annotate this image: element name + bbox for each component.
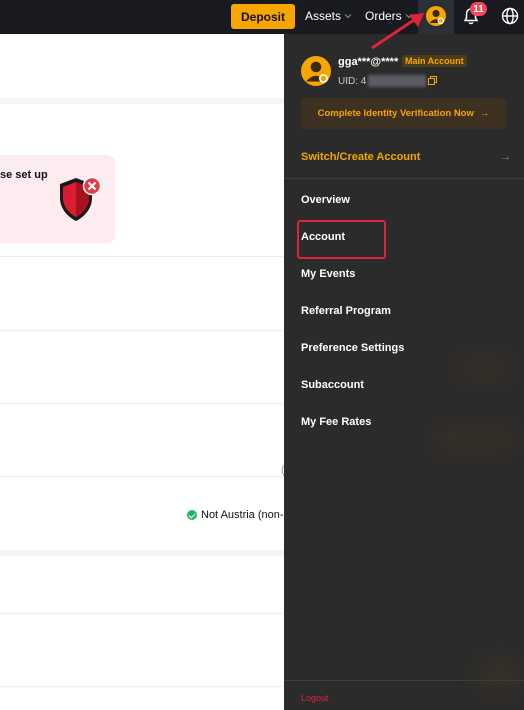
menu-divider [284, 680, 524, 681]
menu-divider [284, 178, 524, 179]
arrow-right-icon: → [479, 108, 490, 119]
account-dropdown-menu: gga***@**** Main Account UID: 4 Complete… [284, 34, 524, 710]
row-divider [0, 613, 284, 614]
assets-menu[interactable]: Assets [305, 9, 352, 23]
check-circle-icon [187, 510, 197, 520]
row-divider [0, 256, 284, 257]
copy-icon[interactable] [428, 76, 437, 85]
security-alert-text: se set up [0, 169, 48, 181]
menu-item-overview[interactable]: Overview [301, 194, 350, 206]
identity-verification-button[interactable]: Complete Identity Verification Now → [301, 98, 506, 129]
residency-status-text: Not Austria (non- [201, 509, 284, 521]
account-username: gga***@**** [338, 56, 399, 68]
menu-item-referral-program[interactable]: Referral Program [301, 305, 391, 317]
section-divider [0, 98, 284, 104]
main-account-badge: Main Account [402, 55, 467, 67]
uid-redacted [368, 75, 426, 87]
account-overview-page: se set up ( Not Austria (non- [0, 34, 285, 710]
background-glow [454, 354, 514, 384]
arrow-right-icon: → [500, 151, 511, 163]
chevron-down-icon [344, 14, 352, 19]
switch-create-account-link[interactable]: Switch/Create Account → [301, 149, 511, 165]
background-glow [474, 654, 524, 694]
menu-item-my-fee-rates[interactable]: My Fee Rates [301, 416, 371, 428]
switch-create-account-label: Switch/Create Account [301, 151, 421, 163]
row-divider [0, 476, 284, 477]
row-divider [0, 330, 284, 331]
logout-link[interactable]: Logout [301, 693, 329, 703]
menu-item-my-events[interactable]: My Events [301, 268, 355, 280]
menu-item-subaccount[interactable]: Subaccount [301, 379, 364, 391]
notification-count-badge: 11 [470, 2, 487, 16]
section-divider [0, 550, 284, 556]
row-divider [0, 686, 284, 687]
highlight-box [297, 220, 386, 259]
menu-item-preference-settings[interactable]: Preference Settings [301, 342, 404, 354]
user-avatar-icon[interactable] [426, 6, 446, 26]
row-divider [0, 403, 284, 404]
assets-menu-label: Assets [305, 9, 342, 23]
annotation-arrow-icon [371, 13, 424, 50]
residency-status: Not Austria (non- [187, 509, 284, 521]
menu-item-account[interactable]: Account [297, 220, 386, 259]
identity-verification-label: Complete Identity Verification Now [317, 108, 474, 119]
deposit-button[interactable]: Deposit [231, 4, 295, 29]
top-navigation-bar: Deposit Assets Orders 11 [0, 0, 524, 34]
background-glow [429, 424, 519, 454]
language-globe-icon[interactable] [501, 7, 519, 25]
user-avatar-icon [301, 56, 331, 86]
uid-label: UID: 4 [338, 76, 367, 87]
shield-alert-icon [60, 176, 102, 221]
